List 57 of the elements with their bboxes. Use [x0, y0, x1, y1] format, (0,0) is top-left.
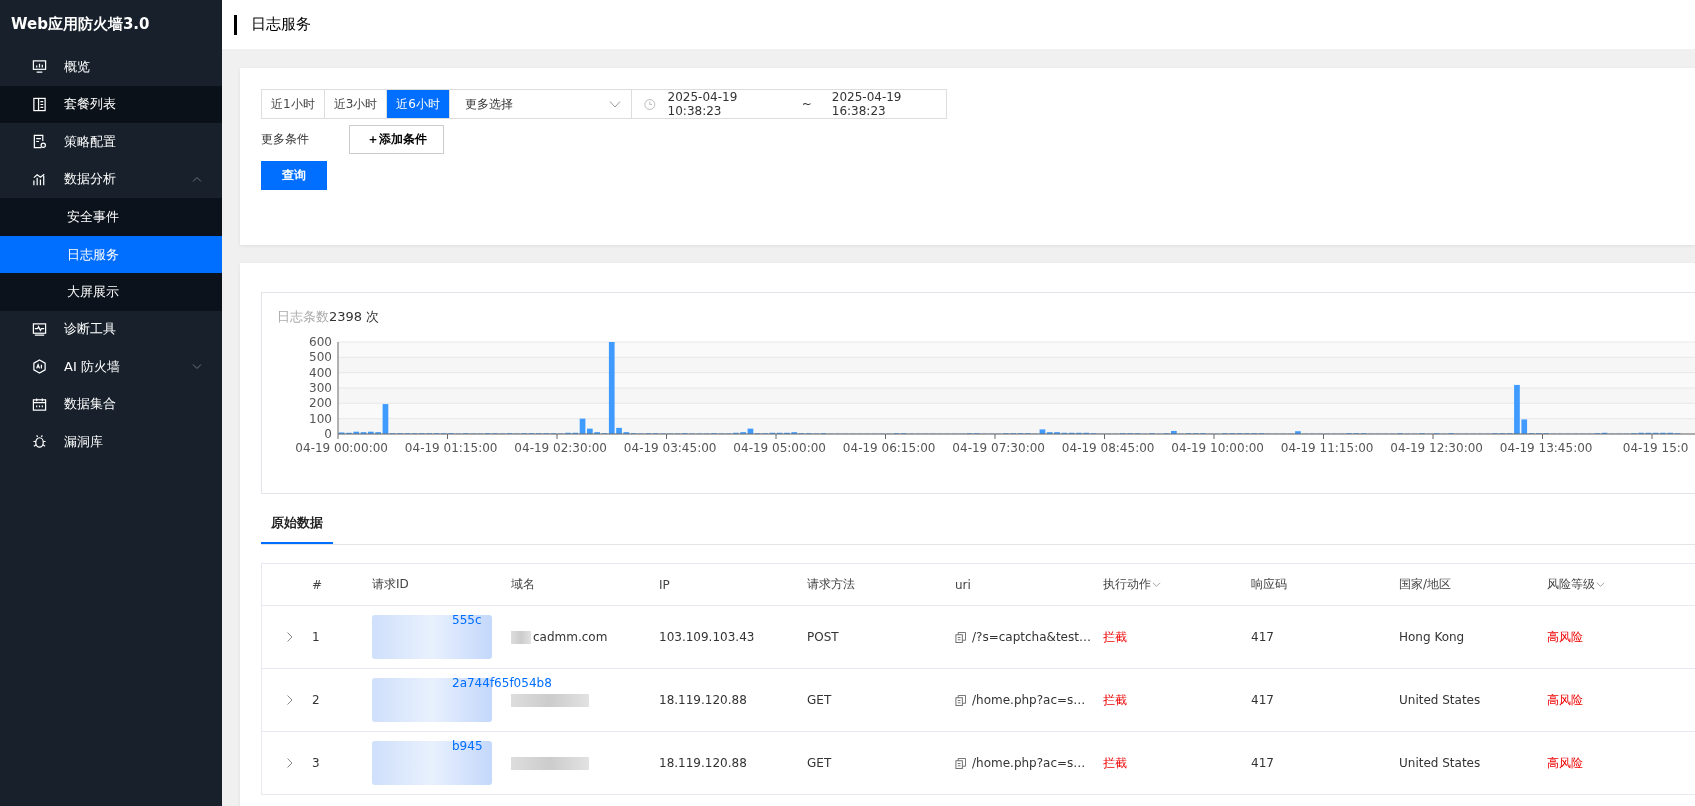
y-tick-label: 0 [324, 427, 332, 441]
table-cell: cadmm.com [533, 630, 608, 644]
table-cell: United States [1399, 756, 1481, 770]
column-header: IP [659, 577, 670, 592]
y-tick-label: 400 [309, 365, 332, 380]
x-tick-label: 04-19 03:45:00 [623, 441, 717, 455]
page-title: 日志服务 [251, 15, 311, 34]
x-tick-label: 04-19 11:15:00 [1280, 441, 1374, 455]
x-tick-label: 04-19 12:30:00 [1390, 441, 1483, 455]
y-tick-label: 600 [309, 335, 332, 349]
risk-text: 高风险 [1547, 754, 1583, 772]
column-header: 请求ID [372, 576, 409, 593]
table-cell: /?s=captcha&test… [972, 630, 1091, 644]
x-tick-label: 04-19 07:30:00 [952, 441, 1045, 455]
column-header: 域名 [511, 576, 535, 593]
column-header: 响应码 [1251, 576, 1287, 593]
y-tick-label: 500 [309, 350, 332, 365]
x-tick-label: 04-19 00:00:00 [295, 441, 388, 455]
table-cell: Hong Kong [1399, 630, 1465, 644]
table-cell: 1 [312, 630, 320, 644]
x-tick-label: 04-19 13:45:00 [1499, 441, 1593, 455]
risk-text: 高风险 [1547, 691, 1583, 709]
x-tick-label: 04-19 10:00:00 [1171, 441, 1264, 455]
action-text: 拦截 [1103, 628, 1127, 646]
action-text: 拦截 [1103, 754, 1127, 772]
table-cell: United States [1399, 693, 1481, 707]
table-cell: 103.109.103.43 [659, 630, 755, 644]
y-tick-label: 100 [309, 411, 332, 426]
table-cell: 417 [1251, 630, 1274, 644]
x-tick-label: 04-19 08:45:00 [1061, 441, 1155, 455]
table-cell: /home.php?ac=s… [972, 693, 1086, 707]
action-text: 拦截 [1103, 691, 1127, 709]
column-header: 国家/地区 [1399, 576, 1452, 593]
table-cell: 417 [1251, 756, 1274, 770]
table-cell: 2 [312, 693, 320, 707]
table-cell: /home.php?ac=s… [972, 756, 1086, 770]
column-header: uri [955, 577, 971, 592]
table-cell: 417 [1251, 693, 1274, 707]
column-header: # [312, 577, 323, 592]
table-cell: POST [807, 630, 839, 644]
x-tick-label: 04-19 06:15:00 [842, 441, 936, 455]
table-cell: GET [807, 756, 832, 770]
table-cell: GET [807, 693, 832, 707]
more-conditions-label: 更多条件 [261, 130, 310, 148]
risk-text: 高风险 [1547, 628, 1583, 646]
x-tick-label: 04-19 15:0 [1622, 441, 1689, 455]
y-tick-label: 200 [309, 396, 332, 411]
table-cell: 18.119.120.88 [659, 756, 747, 770]
column-header: 请求方法 [807, 576, 855, 593]
x-tick-label: 04-19 02:30:00 [514, 441, 607, 455]
x-tick-label: 04-19 01:15:00 [404, 441, 498, 455]
x-tick-label: 04-19 05:00:00 [733, 441, 826, 455]
app-title: Web应用防火墙3.0 [10, 14, 151, 35]
table-cell: 18.119.120.88 [659, 693, 747, 707]
table-cell: 3 [312, 756, 320, 770]
y-tick-label: 300 [309, 381, 332, 395]
log-count-text: 日志条数2398 次 [276, 308, 381, 326]
